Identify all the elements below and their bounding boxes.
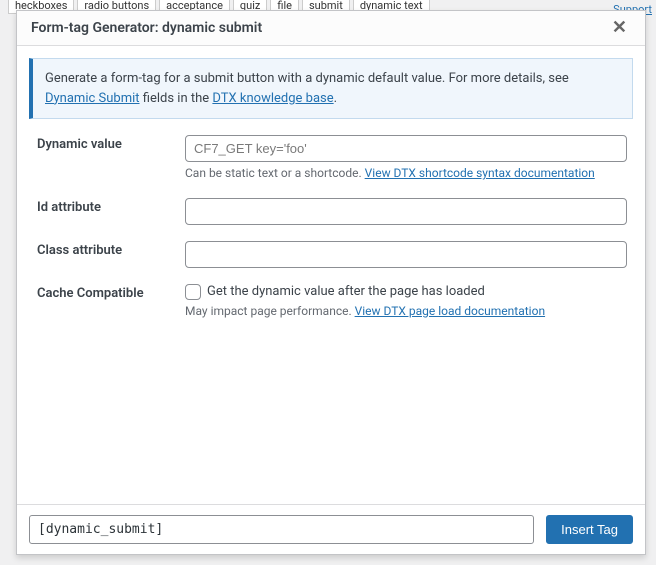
modal-header: Form-tag Generator: dynamic submit ✕ <box>17 11 645 46</box>
close-icon[interactable]: ✕ <box>608 19 631 37</box>
insert-tag-button[interactable]: Insert Tag <box>546 515 633 544</box>
cache-checkbox-label: Get the dynamic value after the page has… <box>207 284 485 299</box>
cache-compatible-checkbox[interactable] <box>185 284 201 300</box>
dynamic-submit-link[interactable]: Dynamic Submit <box>45 91 140 106</box>
id-attribute-input[interactable] <box>185 198 627 225</box>
page-load-doc-link[interactable]: View DTX page load documentation <box>355 304 545 318</box>
modal-footer: Insert Tag <box>17 504 645 554</box>
cache-compatible-label: Cache Compatible <box>29 276 179 328</box>
form-fields-table: Dynamic value Can be static text or a sh… <box>29 127 633 328</box>
help-text: May impact page performance. <box>185 304 355 318</box>
dynamic-value-label: Dynamic value <box>29 127 179 190</box>
info-notice: Generate a form-tag for a submit button … <box>29 58 633 119</box>
dynamic-value-help: Can be static text or a shortcode. View … <box>185 165 627 182</box>
modal-title: Form-tag Generator: dynamic submit <box>31 20 262 36</box>
notice-text: . <box>334 91 337 106</box>
modal-body: Generate a form-tag for a submit button … <box>17 46 645 504</box>
shortcode-syntax-link[interactable]: View DTX shortcode syntax documentation <box>365 166 595 180</box>
help-text: Can be static text or a shortcode. <box>185 166 365 180</box>
notice-text: Generate a form-tag for a submit button … <box>45 71 569 86</box>
dtx-knowledge-base-link[interactable]: DTX knowledge base <box>212 91 333 106</box>
generated-tag-input[interactable] <box>29 515 534 544</box>
class-attribute-input[interactable] <box>185 241 627 268</box>
dynamic-value-input[interactable] <box>185 135 627 162</box>
class-attribute-label: Class attribute <box>29 233 179 276</box>
notice-text: fields in the <box>140 91 213 106</box>
cache-help: May impact page performance. View DTX pa… <box>185 303 627 320</box>
form-tag-generator-modal: Form-tag Generator: dynamic submit ✕ Gen… <box>16 10 646 555</box>
id-attribute-label: Id attribute <box>29 190 179 233</box>
